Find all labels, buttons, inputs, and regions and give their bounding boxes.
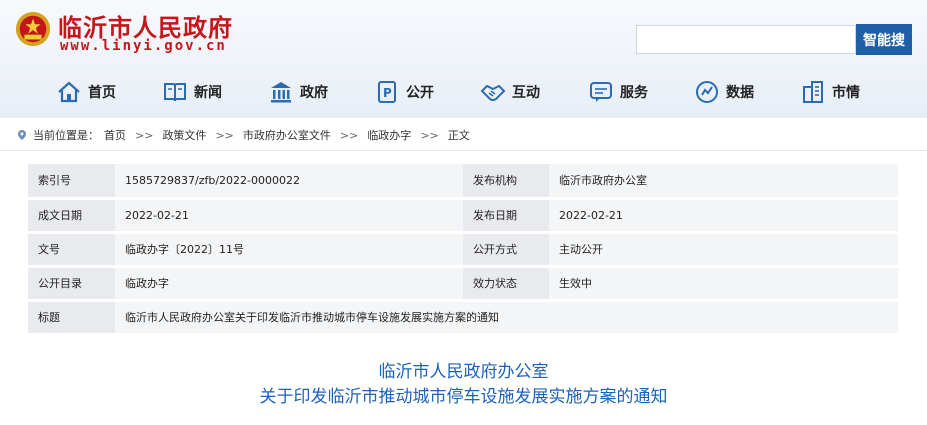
created-value: 2022-02-21: [115, 198, 463, 234]
breadcrumb-prefix: 当前位置是：: [33, 129, 99, 142]
meta-row: 公开目录 临政办字 效力状态 生效中: [28, 266, 898, 302]
document-icon: P: [378, 81, 396, 103]
breadcrumb-separator: >>: [420, 128, 439, 142]
document-title-line2: 关于印发临沂市推动城市停车设施发展实施方案的通知: [259, 387, 668, 407]
org-label: 发布机构: [463, 164, 549, 200]
published-value: 2022-02-21: [549, 198, 898, 234]
nav-label: 服务: [620, 85, 648, 101]
breadcrumb-separator: >>: [215, 128, 234, 142]
catalog-label: 公开目录: [28, 266, 115, 302]
nav-label: 互动: [512, 85, 540, 101]
nav-item-data[interactable]: 数据: [694, 72, 754, 112]
catalog-value: 临政办字: [115, 266, 463, 302]
nav-label: 数据: [726, 85, 754, 101]
document-title-line1: 临沂市人民政府办公室: [378, 362, 549, 382]
main-nav: 首页 新闻 政府 P 公开 互动 服务 数据 市情: [0, 72, 927, 112]
nav-item-interaction[interactable]: 互动: [480, 72, 540, 112]
site-header: 临沂市人民政府 www.linyi.gov.cn 智能搜 首页 新闻 政府 P …: [0, 0, 927, 118]
building-icon: [271, 82, 291, 103]
book-icon: [164, 83, 186, 102]
meta-row: 成文日期 2022-02-21 发布日期 2022-02-21: [28, 198, 898, 234]
document-meta-table: 索引号 1585729837/zfb/2022-0000022 发布机构 临沂市…: [28, 164, 898, 336]
svg-text:P: P: [383, 86, 392, 100]
published-label: 发布日期: [463, 198, 549, 234]
page: 临沂市人民政府 www.linyi.gov.cn 智能搜 首页 新闻 政府 P …: [0, 0, 927, 425]
breadcrumb-bar: 当前位置是： 首页 >> 政策文件 >> 市政府办公室文件 >> 临政办字 >>…: [0, 118, 927, 151]
meta-row: 文号 临政办字〔2022〕11号 公开方式 主动公开: [28, 232, 898, 268]
handshake-icon: [480, 84, 506, 101]
data-icon: [696, 81, 718, 103]
breadcrumb-separator: >>: [135, 128, 154, 142]
nav-item-open[interactable]: P 公开: [374, 72, 434, 112]
docno-label: 文号: [28, 232, 115, 268]
location-icon: [18, 130, 26, 140]
nav-label: 首页: [88, 85, 116, 101]
city-icon: [803, 81, 823, 103]
index-value: 1585729837/zfb/2022-0000022: [115, 164, 463, 200]
breadcrumb-item-category[interactable]: 临政办字: [367, 127, 411, 143]
national-emblem-icon: [15, 11, 51, 47]
docno-value: 临政办字〔2022〕11号: [115, 232, 463, 268]
breadcrumb: 当前位置是： 首页 >> 政策文件 >> 市政府办公室文件 >> 临政办字 >>…: [16, 127, 470, 143]
home-icon: [58, 81, 80, 103]
search-input[interactable]: [636, 25, 856, 54]
site-domain: www.linyi.gov.cn: [60, 38, 227, 54]
title-label: 标题: [28, 300, 115, 336]
org-value: 临沂市政府办公室: [549, 164, 898, 200]
breadcrumb-item-office-files[interactable]: 市政府办公室文件: [243, 127, 331, 143]
breadcrumb-item-current: 正文: [447, 129, 470, 142]
nav-item-news[interactable]: 新闻: [162, 72, 222, 112]
search-button[interactable]: 智能搜: [856, 24, 912, 55]
nav-label: 政府: [300, 85, 328, 101]
openmode-label: 公开方式: [463, 232, 549, 268]
nav-label: 市情: [832, 85, 860, 101]
breadcrumb-item-policy[interactable]: 政策文件: [162, 127, 206, 143]
title-value: 临沂市人民政府办公室关于印发临沂市推动城市停车设施发展实施方案的通知: [115, 300, 898, 336]
breadcrumb-separator: >>: [339, 128, 359, 142]
status-label: 效力状态: [463, 266, 549, 302]
document-title: 临沂市人民政府办公室 关于印发临沂市推动城市停车设施发展实施方案的通知: [0, 360, 927, 410]
index-label: 索引号: [28, 164, 115, 200]
breadcrumb-item-home[interactable]: 首页: [104, 127, 126, 143]
created-label: 成文日期: [28, 198, 115, 234]
openmode-value: 主动公开: [549, 232, 898, 268]
nav-label: 新闻: [194, 85, 222, 101]
nav-label: 公开: [406, 85, 434, 101]
nav-item-city[interactable]: 市情: [800, 72, 860, 112]
nav-item-service[interactable]: 服务: [588, 72, 648, 112]
meta-row: 索引号 1585729837/zfb/2022-0000022 发布机构 临沂市…: [28, 164, 898, 200]
status-value: 生效中: [549, 266, 898, 302]
chat-icon: [590, 82, 612, 102]
nav-item-home[interactable]: 首页: [56, 72, 116, 112]
nav-item-government[interactable]: 政府: [268, 72, 328, 112]
meta-row: 标题 临沂市人民政府办公室关于印发临沂市推动城市停车设施发展实施方案的通知: [28, 300, 898, 336]
